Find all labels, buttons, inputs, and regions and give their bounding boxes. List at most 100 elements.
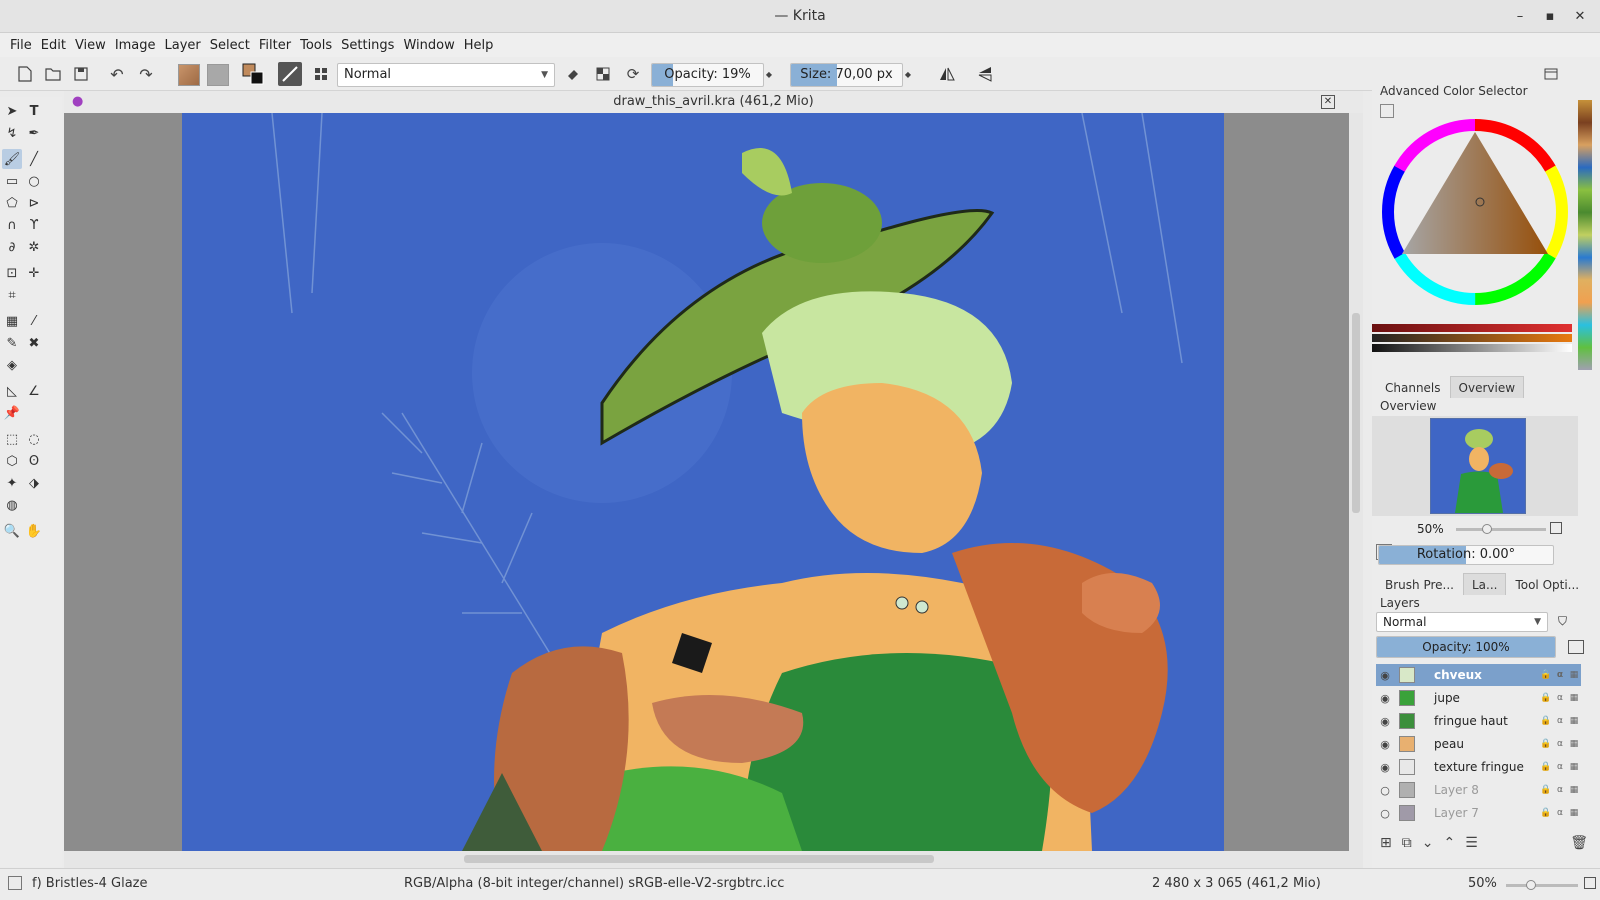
rect-select-icon[interactable]: ⬚ bbox=[2, 429, 22, 449]
move-layer-up-icon[interactable]: ⌃ bbox=[1443, 835, 1455, 851]
layer-row[interactable]: ◉ fringue haut 🔒 α ▦ bbox=[1376, 710, 1581, 732]
polyline-tool-icon[interactable]: ⊳ bbox=[24, 193, 44, 213]
overview-zoom-slider[interactable] bbox=[1456, 524, 1546, 534]
multibrush-icon[interactable]: ✲ bbox=[24, 237, 44, 257]
rectangle-tool-icon[interactable]: ▭ bbox=[2, 171, 22, 191]
save-icon[interactable] bbox=[70, 62, 92, 86]
ellipse-tool-icon[interactable]: ○ bbox=[24, 171, 44, 191]
brush-size-slider[interactable]: Size: 70,00 px bbox=[790, 63, 903, 87]
tab-layers[interactable]: La... bbox=[1462, 573, 1507, 595]
overview-thumbnail[interactable] bbox=[1430, 418, 1526, 514]
tab-channels[interactable]: Channels bbox=[1376, 376, 1450, 398]
mirror-vertical-icon[interactable] bbox=[974, 62, 996, 86]
fill-tool-icon[interactable]: ◈ bbox=[2, 355, 22, 375]
tab-tool-options[interactable]: Tool Opti... bbox=[1506, 573, 1588, 595]
eye-icon[interactable]: ◉ bbox=[1376, 761, 1394, 774]
dynamic-brush-icon[interactable]: ∂ bbox=[2, 237, 22, 257]
freehand-path-icon[interactable]: ϒ bbox=[24, 215, 44, 235]
text-tool-icon[interactable]: T bbox=[24, 101, 44, 121]
vertical-scroll-thumb[interactable] bbox=[1352, 313, 1360, 513]
move-layer-down-icon[interactable]: ⌄ bbox=[1422, 835, 1434, 851]
alpha-lock-icon[interactable] bbox=[592, 62, 614, 86]
layer-blend-select[interactable]: Normal ▼ bbox=[1376, 612, 1548, 632]
zoom-slider-handle[interactable] bbox=[1526, 880, 1536, 890]
gradient-swatch[interactable] bbox=[178, 64, 200, 86]
vertical-scrollbar[interactable] bbox=[1349, 113, 1363, 851]
brush-preset-icon[interactable] bbox=[278, 62, 302, 86]
zoom-tool-icon[interactable]: 🔍 bbox=[2, 521, 22, 541]
bezier-tool-icon[interactable]: ∩ bbox=[2, 215, 22, 235]
transform-tool-icon[interactable]: ⊡ bbox=[2, 263, 22, 283]
move-tool-icon[interactable]: ✛ bbox=[24, 263, 44, 283]
smart-patch-icon[interactable]: ✖ bbox=[24, 333, 44, 353]
close-document-icon[interactable]: ✕ bbox=[1321, 95, 1335, 109]
color-picker-icon[interactable]: ⁄ bbox=[24, 311, 44, 331]
layer-row[interactable]: ○ Layer 8 🔒 α ▦ bbox=[1376, 779, 1581, 801]
zoom-slider[interactable] bbox=[1506, 880, 1578, 890]
gradient-tool-icon[interactable]: ▦ bbox=[2, 311, 22, 331]
color-history-strip[interactable] bbox=[1578, 100, 1592, 370]
menu-window[interactable]: Window bbox=[399, 38, 458, 53]
lock-icon[interactable]: 🔒 bbox=[1539, 693, 1553, 703]
eye-icon[interactable]: ○ bbox=[1376, 807, 1394, 820]
layer-filter-icon[interactable]: ⛉ bbox=[1558, 614, 1567, 629]
menu-settings[interactable]: Settings bbox=[337, 38, 398, 53]
horizontal-scrollbar[interactable] bbox=[64, 851, 1363, 868]
alpha-icon[interactable]: α bbox=[1553, 739, 1567, 749]
inherit-alpha-icon[interactable]: ▦ bbox=[1567, 670, 1581, 680]
zoom-fit-icon[interactable] bbox=[1584, 877, 1596, 889]
zoom-level[interactable]: 50% bbox=[1468, 876, 1497, 891]
lock-icon[interactable]: 🔒 bbox=[1539, 762, 1553, 772]
artwork-canvas[interactable] bbox=[182, 113, 1224, 851]
crop-tool-icon[interactable]: ⌗ bbox=[2, 285, 22, 305]
layer-opacity-slider[interactable]: Opacity: 100% bbox=[1376, 636, 1556, 658]
size-stepper-icon[interactable]: ◆ bbox=[903, 62, 913, 86]
lock-icon[interactable]: 🔒 bbox=[1539, 670, 1553, 680]
menu-select[interactable]: Select bbox=[206, 38, 254, 53]
menu-image[interactable]: Image bbox=[111, 38, 160, 53]
contiguous-select-icon[interactable]: ✦ bbox=[2, 473, 22, 493]
mirror-horizontal-icon[interactable] bbox=[936, 62, 958, 86]
layer-row[interactable]: ◉ jupe 🔒 α ▦ bbox=[1376, 687, 1581, 709]
minimize-button[interactable]: – bbox=[1512, 0, 1528, 33]
eye-icon[interactable]: ◉ bbox=[1376, 715, 1394, 728]
grid-icon[interactable] bbox=[310, 62, 332, 86]
layer-properties-icon[interactable] bbox=[1568, 640, 1584, 654]
redo-icon[interactable]: ↷ bbox=[135, 62, 157, 86]
reference-tool-icon[interactable]: 📌 bbox=[2, 403, 22, 423]
layer-settings-icon[interactable]: ☰ bbox=[1465, 835, 1478, 851]
freehand-brush-icon[interactable]: 🖌 bbox=[2, 149, 22, 169]
undo-icon[interactable]: ↶ bbox=[106, 62, 128, 86]
bezier-select-icon[interactable]: ◍ bbox=[2, 495, 22, 515]
inherit-alpha-icon[interactable]: ▦ bbox=[1567, 808, 1581, 818]
lock-icon[interactable]: 🔒 bbox=[1539, 785, 1553, 795]
inherit-alpha-icon[interactable]: ▦ bbox=[1567, 716, 1581, 726]
calligraphy-icon[interactable]: ✒ bbox=[24, 123, 44, 143]
menu-view[interactable]: View bbox=[71, 38, 110, 53]
layer-row[interactable]: ○ Layer 7 🔒 α ▦ bbox=[1376, 802, 1581, 824]
close-window-button[interactable]: ✕ bbox=[1572, 0, 1588, 33]
open-document-icon[interactable] bbox=[42, 62, 64, 86]
add-layer-icon[interactable]: ⊞ bbox=[1380, 835, 1392, 851]
polygon-select-icon[interactable]: ⬡ bbox=[2, 451, 22, 471]
alpha-icon[interactable]: α bbox=[1553, 808, 1567, 818]
inherit-alpha-icon[interactable]: ▦ bbox=[1567, 739, 1581, 749]
color-wheel[interactable] bbox=[1372, 102, 1578, 312]
eye-icon[interactable]: ◉ bbox=[1376, 738, 1394, 751]
menu-edit[interactable]: Edit bbox=[37, 38, 70, 53]
reload-preset-icon[interactable]: ⟳ bbox=[622, 62, 644, 86]
alpha-icon[interactable]: α bbox=[1553, 693, 1567, 703]
layer-row[interactable]: ◉ texture fringue 🔒 α ▦ bbox=[1376, 756, 1581, 778]
menu-help[interactable]: Help bbox=[460, 38, 498, 53]
lock-icon[interactable]: 🔒 bbox=[1539, 716, 1553, 726]
delete-layer-icon[interactable]: 🗑 bbox=[1570, 835, 1588, 851]
layer-row[interactable]: ◉ peau 🔒 α ▦ bbox=[1376, 733, 1581, 755]
lock-icon[interactable]: 🔒 bbox=[1539, 739, 1553, 749]
menu-tools[interactable]: Tools bbox=[296, 38, 336, 53]
inherit-alpha-icon[interactable]: ▦ bbox=[1567, 762, 1581, 772]
color-space[interactable]: RGB/Alpha (8-bit integer/channel) sRGB-e… bbox=[404, 876, 784, 891]
overview-panel[interactable] bbox=[1372, 416, 1578, 516]
measure-tool-icon[interactable]: ∠ bbox=[24, 381, 44, 401]
alpha-icon[interactable]: α bbox=[1553, 670, 1567, 680]
freehand-select-icon[interactable]: ʘ bbox=[24, 451, 44, 471]
